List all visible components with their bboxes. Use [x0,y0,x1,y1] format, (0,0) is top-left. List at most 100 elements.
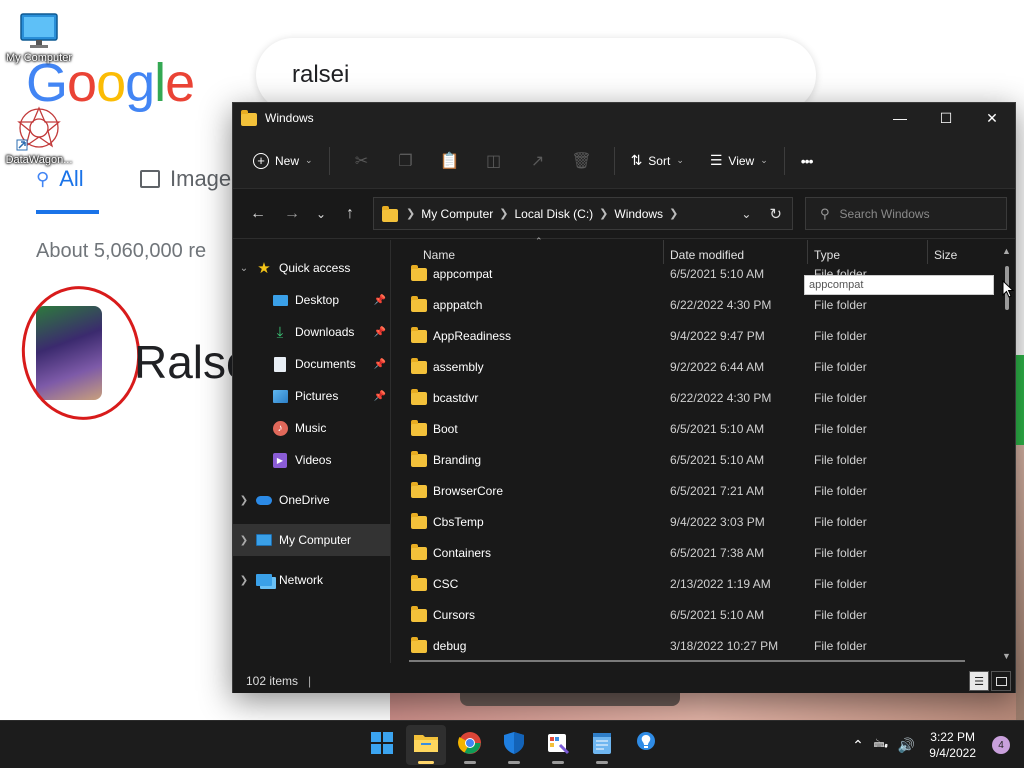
taskbar-file-explorer[interactable] [406,725,446,765]
file-row[interactable]: AppReadiness 9/4/2022 9:47 PM File folder [391,321,1011,352]
scroll-up-arrow-icon[interactable]: ▲ [1002,246,1011,256]
chevron-up-icon[interactable]: ⌃ [852,737,864,754]
file-date: 9/4/2022 9:47 PM [670,329,765,343]
refresh-icon[interactable]: ↻ [769,205,782,223]
nav-label: Videos [295,453,332,467]
cut-icon[interactable]: ✂ [340,143,384,179]
rename-icon[interactable]: ◫ [472,143,516,179]
file-type: File folder [814,329,867,343]
forward-arrow-icon[interactable]: → [275,198,309,230]
breadcrumb-chevron-icon: ❯ [406,208,416,220]
defender-icon [503,731,525,760]
start-button[interactable] [362,725,402,765]
google-search-box[interactable]: ralsei [256,38,816,112]
toolbar-divider [328,146,330,175]
expand-chevron-icon[interactable]: ❯ [233,535,255,546]
window-titlebar[interactable]: Windows — ☐ ✕ [233,103,1015,133]
minimize-button[interactable]: — [877,103,923,133]
desktop-icon-label: DataWagon... [5,154,73,166]
horizontal-scrollbar[interactable] [409,660,965,662]
nav-quick-access[interactable]: ⌄ ★ Quick access [233,252,390,284]
network-status-icon[interactable]: 🖦 [874,733,888,757]
nav-label: Downloads [295,325,355,339]
breadcrumb-local-disk[interactable]: Local Disk (C:) [514,207,593,221]
nav-onedrive[interactable]: ❯ OneDrive [233,484,390,516]
file-row[interactable]: CbsTemp 9/4/2022 3:03 PM File folder [391,507,1011,538]
file-type: File folder [814,577,867,591]
file-type: File folder [814,608,867,622]
copy-icon[interactable]: ❐ [384,143,428,179]
nav-music[interactable]: ♪ Music [233,412,390,444]
file-explorer-window: Windows — ☐ ✕ + New ⌄ ✂ ❐ 📋 ◫ ↗ 🗑 ⇅ Sort… [232,102,1016,693]
notification-badge[interactable]: 4 [992,736,1010,754]
nav-label: Quick access [279,261,351,275]
file-row[interactable]: Cursors 6/5/2021 5:10 AM File folder [391,600,1011,631]
nav-network[interactable]: ❯ Network [233,564,390,596]
google-tab-underline [36,210,99,214]
file-row[interactable]: bcastdvr 6/22/2022 4:30 PM File folder [391,383,1011,414]
google-tab-all[interactable]: ⚲ All [36,166,84,192]
desktop-icon-datawagon[interactable]: DataWagon... [0,104,78,166]
details-view-icon: ☰ [974,675,984,688]
chevron-down-icon: ⌄ [760,155,768,165]
desktop-icon-my-computer[interactable]: My Computer [0,12,78,64]
nav-pictures[interactable]: Pictures 📌 [233,380,390,412]
taskbar-paint[interactable] [538,725,578,765]
folder-icon [411,606,427,622]
file-row[interactable]: Branding 6/5/2021 5:10 AM File folder [391,445,1011,476]
windows-start-icon [371,731,393,759]
taskbar-notepad[interactable] [582,725,622,765]
breadcrumb-chevron-icon: ❯ [499,208,509,220]
nav-my-computer[interactable]: ❯ My Computer [233,524,390,556]
breadcrumb-windows[interactable]: Windows [614,207,663,221]
view-button[interactable]: ☰ View ⌄ [704,143,774,179]
nav-videos[interactable]: ▶ Videos [233,444,390,476]
nav-downloads[interactable]: ⤓ Downloads 📌 [233,316,390,348]
vertical-scrollbar[interactable]: ▲ ▼ [1001,240,1013,663]
expand-chevron-icon[interactable]: ❯ [233,575,255,586]
back-arrow-icon[interactable]: ← [241,198,275,230]
clock[interactable]: 3:22 PM 9/4/2022 [929,729,976,761]
address-bar[interactable]: ❯ My Computer ❯ Local Disk (C:) ❯ Window… [373,197,793,230]
file-name-cell: assembly [411,352,484,383]
taskbar-tips[interactable] [626,725,666,765]
new-button-label: New [275,153,300,168]
sort-button[interactable]: ⇅ Sort ⌄ [625,143,690,179]
file-row[interactable]: assembly 9/2/2022 6:44 AM File folder [391,352,1011,383]
recent-locations-chevron-icon[interactable]: ⌄ [309,198,333,230]
new-button[interactable]: + New ⌄ [247,143,319,179]
delete-icon[interactable]: 🗑 [560,143,604,179]
up-arrow-icon[interactable]: ↑ [333,198,367,230]
scroll-down-arrow-icon[interactable]: ▼ [1002,651,1011,661]
search-windows-input[interactable]: ⚲ Search Windows [805,197,1007,230]
search-icon: ⚲ [36,168,50,189]
file-date: 6/5/2021 7:38 AM [670,546,765,560]
google-tab-images[interactable]: Image [140,166,231,192]
maximize-button[interactable]: ☐ [923,103,969,133]
file-type: File folder [814,546,867,560]
taskbar-defender[interactable] [494,725,534,765]
more-options-button[interactable]: ••• [795,143,819,179]
details-view-button[interactable]: ☰ [969,671,989,691]
volume-icon[interactable]: 🔊 [898,737,915,754]
clock-date: 9/4/2022 [929,746,976,760]
clock-time: 3:22 PM [930,730,975,744]
tiles-view-button[interactable] [991,671,1011,691]
breadcrumb-my-computer[interactable]: My Computer [421,207,493,221]
paste-icon[interactable]: 📋 [428,143,472,179]
expand-chevron-icon[interactable]: ⌄ [233,263,255,274]
file-row[interactable]: Containers 6/5/2021 7:38 AM File folder [391,538,1011,569]
file-date: 2/13/2022 1:19 AM [670,577,771,591]
close-button[interactable]: ✕ [969,103,1015,133]
nav-desktop[interactable]: Desktop 📌 [233,284,390,316]
nav-documents[interactable]: Documents 📌 [233,348,390,380]
file-row[interactable]: Boot 6/5/2021 5:10 AM File folder [391,414,1011,445]
address-history-chevron-icon[interactable]: ⌄ [741,207,751,221]
file-row[interactable]: CSC 2/13/2022 1:19 AM File folder [391,569,1011,600]
expand-chevron-icon[interactable]: ❯ [233,495,255,506]
file-row[interactable]: BrowserCore 6/5/2021 7:21 AM File folder [391,476,1011,507]
taskbar-chrome[interactable] [450,725,490,765]
file-row[interactable]: debug 3/18/2022 10:27 PM File folder [391,631,1011,662]
share-icon[interactable]: ↗ [516,143,560,179]
file-list: ⌃ Name Date modified Type Size appcompat… [391,236,1015,663]
